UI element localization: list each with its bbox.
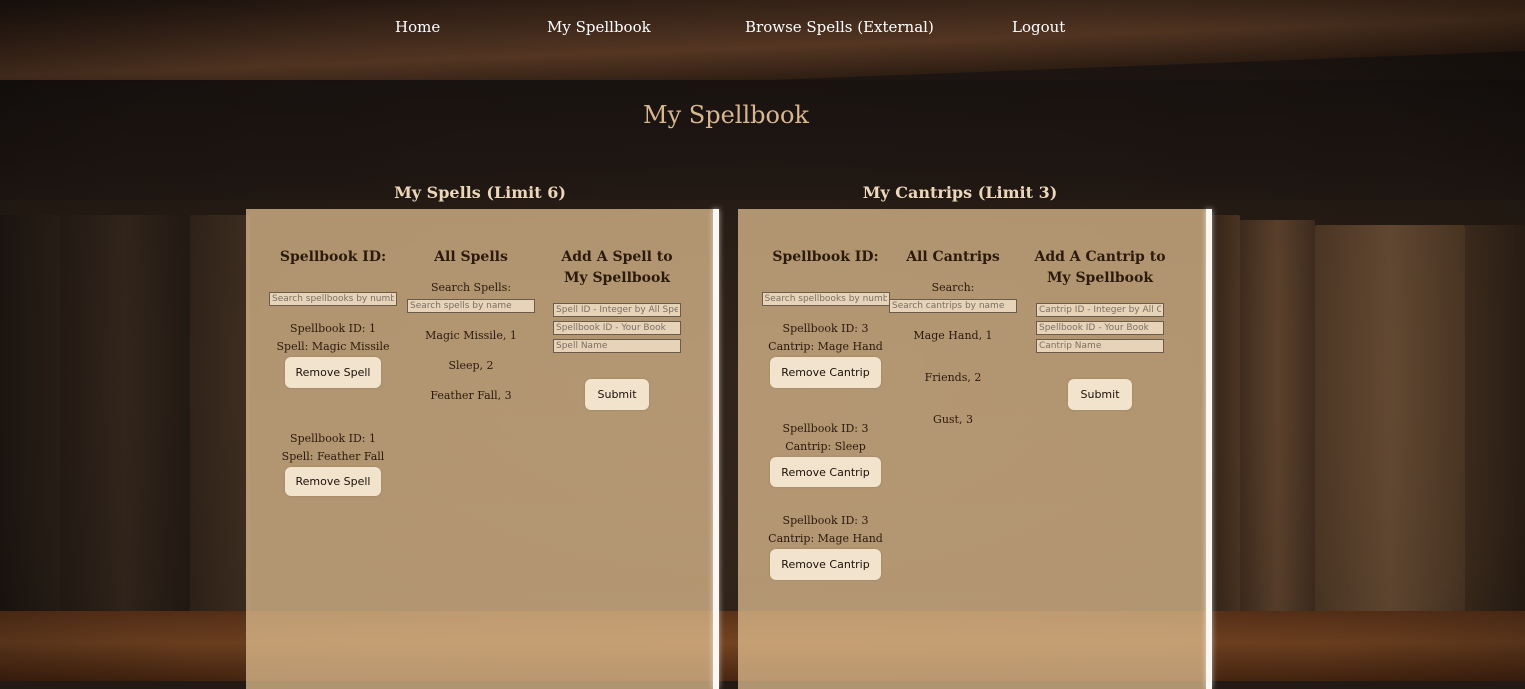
spellbook-id-input[interactable]: [553, 321, 681, 335]
search-cantrips-label: Search:: [931, 281, 975, 294]
spells-spellbook-entry: Spellbook ID: 1 Spell: Feather Fall Remo…: [268, 430, 398, 496]
entry-cantrip-name: Cantrip: Mage Hand: [768, 340, 883, 353]
all-cantrips-column: All Cantrips Search: Mage Hand, 1 Friend…: [888, 247, 1018, 427]
remove-spell-button[interactable]: Remove Spell: [285, 467, 381, 496]
spells-spellbook-column: Spellbook ID: Spellbook ID: 1 Spell: Mag…: [268, 247, 398, 496]
remove-cantrip-button[interactable]: Remove Cantrip: [770, 457, 881, 487]
remove-cantrip-button[interactable]: Remove Cantrip: [770, 549, 881, 580]
spell-name-input[interactable]: [553, 339, 681, 353]
entry-spell-name: Spell: Feather Fall: [281, 450, 385, 463]
all-spells-column: All Spells Search Spells: Magic Missile,…: [406, 247, 536, 403]
cantrip-name-input[interactable]: [1036, 339, 1164, 353]
cantrips-spellbook-entry: Spellbook ID: 3 Cantrip: Sleep Remove Ca…: [760, 420, 891, 487]
add-spell-heading: Add A Spell to My Spellbook: [561, 249, 673, 286]
remove-spell-button[interactable]: Remove Spell: [285, 357, 381, 388]
nav-logout-link[interactable]: Logout: [1012, 18, 1065, 36]
spell-list-item: Sleep, 2: [448, 359, 494, 372]
nav-home-link[interactable]: Home: [395, 18, 440, 36]
cantrips-spellbook-heading: Spellbook ID:: [772, 249, 879, 265]
panel-divider: [713, 209, 719, 689]
submit-spell-button[interactable]: Submit: [585, 379, 649, 410]
entry-spellbook-id: Spellbook ID: 1: [290, 432, 376, 445]
panel-right-edge: [1206, 209, 1212, 689]
spell-id-input[interactable]: [553, 303, 681, 317]
add-spell-column: Add A Spell to My Spellbook Submit: [549, 247, 685, 410]
cantrip-spellbook-id-input[interactable]: [1036, 321, 1164, 335]
add-cantrip-column: Add A Cantrip to My Spellbook Submit: [1030, 247, 1170, 410]
spells-spellbook-heading: Spellbook ID:: [279, 249, 387, 265]
entry-spellbook-id: Spellbook ID: 1: [290, 322, 376, 335]
cantrips-spellbook-entry: Spellbook ID: 3 Cantrip: Mage Hand Remov…: [760, 512, 891, 580]
all-spells-heading: All Spells: [434, 249, 508, 265]
cantrips-spellbook-entry: Spellbook ID: 3 Cantrip: Mage Hand Remov…: [760, 320, 891, 388]
spells-spellbook-search-input[interactable]: [269, 292, 397, 306]
cantrip-list-item: Mage Hand, 1: [913, 329, 993, 342]
spells-spellbook-entry: Spellbook ID: 1 Spell: Magic Missile Rem…: [268, 320, 398, 388]
nav-my-spellbook-link[interactable]: My Spellbook: [547, 18, 651, 36]
entry-spellbook-id: Spellbook ID: 3: [782, 514, 869, 527]
cantrip-id-input[interactable]: [1036, 303, 1164, 317]
entry-spell-name: Spell: Magic Missile: [276, 340, 390, 353]
spells-section-title: My Spells (Limit 6): [394, 183, 566, 202]
submit-cantrip-button[interactable]: Submit: [1068, 379, 1132, 410]
nav-browse-spells-link[interactable]: Browse Spells (External): [745, 18, 934, 36]
cantrips-panel: Spellbook ID: Spellbook ID: 3 Cantrip: M…: [738, 209, 1206, 689]
entry-spellbook-id: Spellbook ID: 3: [782, 322, 869, 335]
spell-list-item: Feather Fall, 3: [430, 389, 512, 402]
cantrips-spellbook-search-input[interactable]: [761, 292, 890, 306]
all-cantrips-heading: All Cantrips: [906, 249, 1000, 265]
search-spells-label: Search Spells:: [430, 281, 512, 294]
spells-panel: Spellbook ID: Spellbook ID: 1 Spell: Mag…: [246, 209, 714, 689]
entry-cantrip-name: Cantrip: Mage Hand: [768, 532, 883, 545]
cantrips-spellbook-column: Spellbook ID: Spellbook ID: 3 Cantrip: M…: [760, 247, 891, 580]
entry-spellbook-id: Spellbook ID: 3: [782, 422, 869, 435]
all-spells-search-input[interactable]: [407, 299, 535, 313]
spell-list-item: Magic Missile, 1: [425, 329, 517, 342]
top-navigation: Home My Spellbook Browse Spells (Externa…: [0, 18, 1525, 44]
cantrips-section-title: My Cantrips (Limit 3): [862, 183, 1058, 202]
cantrip-list-item: Friends, 2: [924, 371, 982, 384]
cantrip-list-item: Gust, 3: [933, 413, 973, 426]
add-cantrip-heading: Add A Cantrip to My Spellbook: [1034, 249, 1166, 286]
page-title: My Spellbook: [643, 101, 809, 129]
entry-cantrip-name: Cantrip: Sleep: [785, 440, 866, 453]
all-cantrips-search-input[interactable]: [889, 299, 1017, 313]
remove-cantrip-button[interactable]: Remove Cantrip: [770, 357, 881, 388]
